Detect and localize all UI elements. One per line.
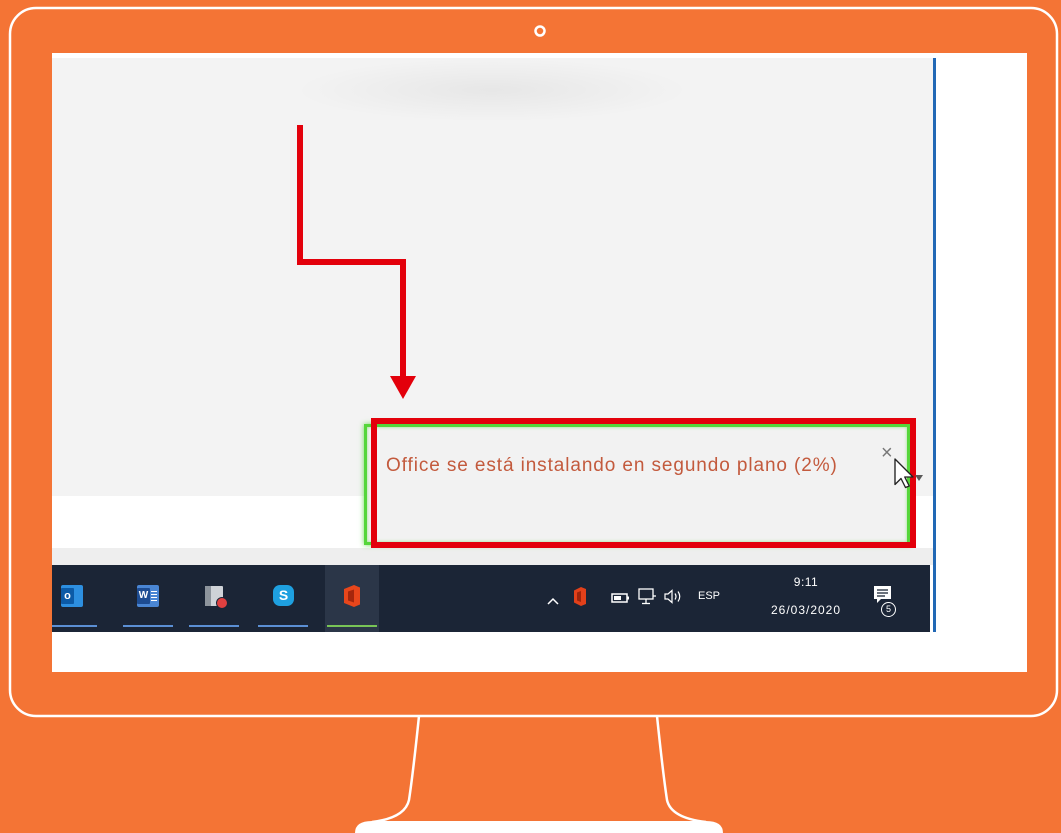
outlook-icon-letter: o xyxy=(61,588,74,604)
word-icon: W xyxy=(137,585,159,607)
taskbar: o W S ESP 9:11 26/03/2020 5 xyxy=(52,565,930,632)
input-language[interactable]: ESP xyxy=(698,589,720,603)
camera-icon xyxy=(534,25,546,37)
taskbar-button-office[interactable] xyxy=(325,565,379,632)
monitor-screen: o W S ESP 9:11 26/03/2020 5 xyxy=(52,53,1027,672)
stand-base xyxy=(355,821,723,833)
taskbar-button-word[interactable]: W xyxy=(121,565,175,632)
word-icon-lines xyxy=(151,591,157,601)
window-shade xyxy=(292,58,692,122)
highlight-box xyxy=(371,418,916,548)
taskbar-clock[interactable]: 9:11 26/03/2020 xyxy=(758,565,854,632)
office-tray-icon[interactable] xyxy=(574,587,586,611)
running-indicator xyxy=(327,625,377,627)
running-indicator xyxy=(52,625,97,627)
office-icon xyxy=(343,585,361,607)
running-indicator xyxy=(123,625,173,627)
taskbar-button-outlook[interactable]: o xyxy=(52,565,99,632)
chevron-up-icon[interactable] xyxy=(547,592,559,610)
stand-neck-left xyxy=(371,715,421,824)
window-border xyxy=(933,58,936,632)
error-badge-icon xyxy=(216,597,228,609)
notification-count-badge: 5 xyxy=(881,602,896,617)
app-document-icon xyxy=(205,586,228,609)
word-icon-letter: W xyxy=(137,588,150,604)
stand-neck-right xyxy=(655,715,707,824)
document-icon-strip xyxy=(205,586,211,606)
office-logo xyxy=(344,585,360,607)
taskbar-button-skype[interactable]: S xyxy=(256,565,310,632)
volume-icon[interactable] xyxy=(664,589,686,609)
monitor-stand xyxy=(355,715,723,833)
clock-time: 9:11 xyxy=(793,575,819,589)
illustration-canvas: o W S ESP 9:11 26/03/2020 5 Office se es… xyxy=(0,0,1061,833)
battery-icon[interactable] xyxy=(611,591,629,609)
network-icon[interactable] xyxy=(638,588,657,611)
action-center-icon[interactable]: 5 xyxy=(873,585,897,617)
running-indicator xyxy=(258,625,308,627)
clock-date: 26/03/2020 xyxy=(770,603,842,617)
skype-icon: S xyxy=(273,585,294,606)
taskbar-shadow xyxy=(52,548,933,565)
running-indicator xyxy=(189,625,239,627)
taskbar-button-document-app[interactable] xyxy=(187,565,241,632)
outlook-icon: o xyxy=(61,585,83,607)
